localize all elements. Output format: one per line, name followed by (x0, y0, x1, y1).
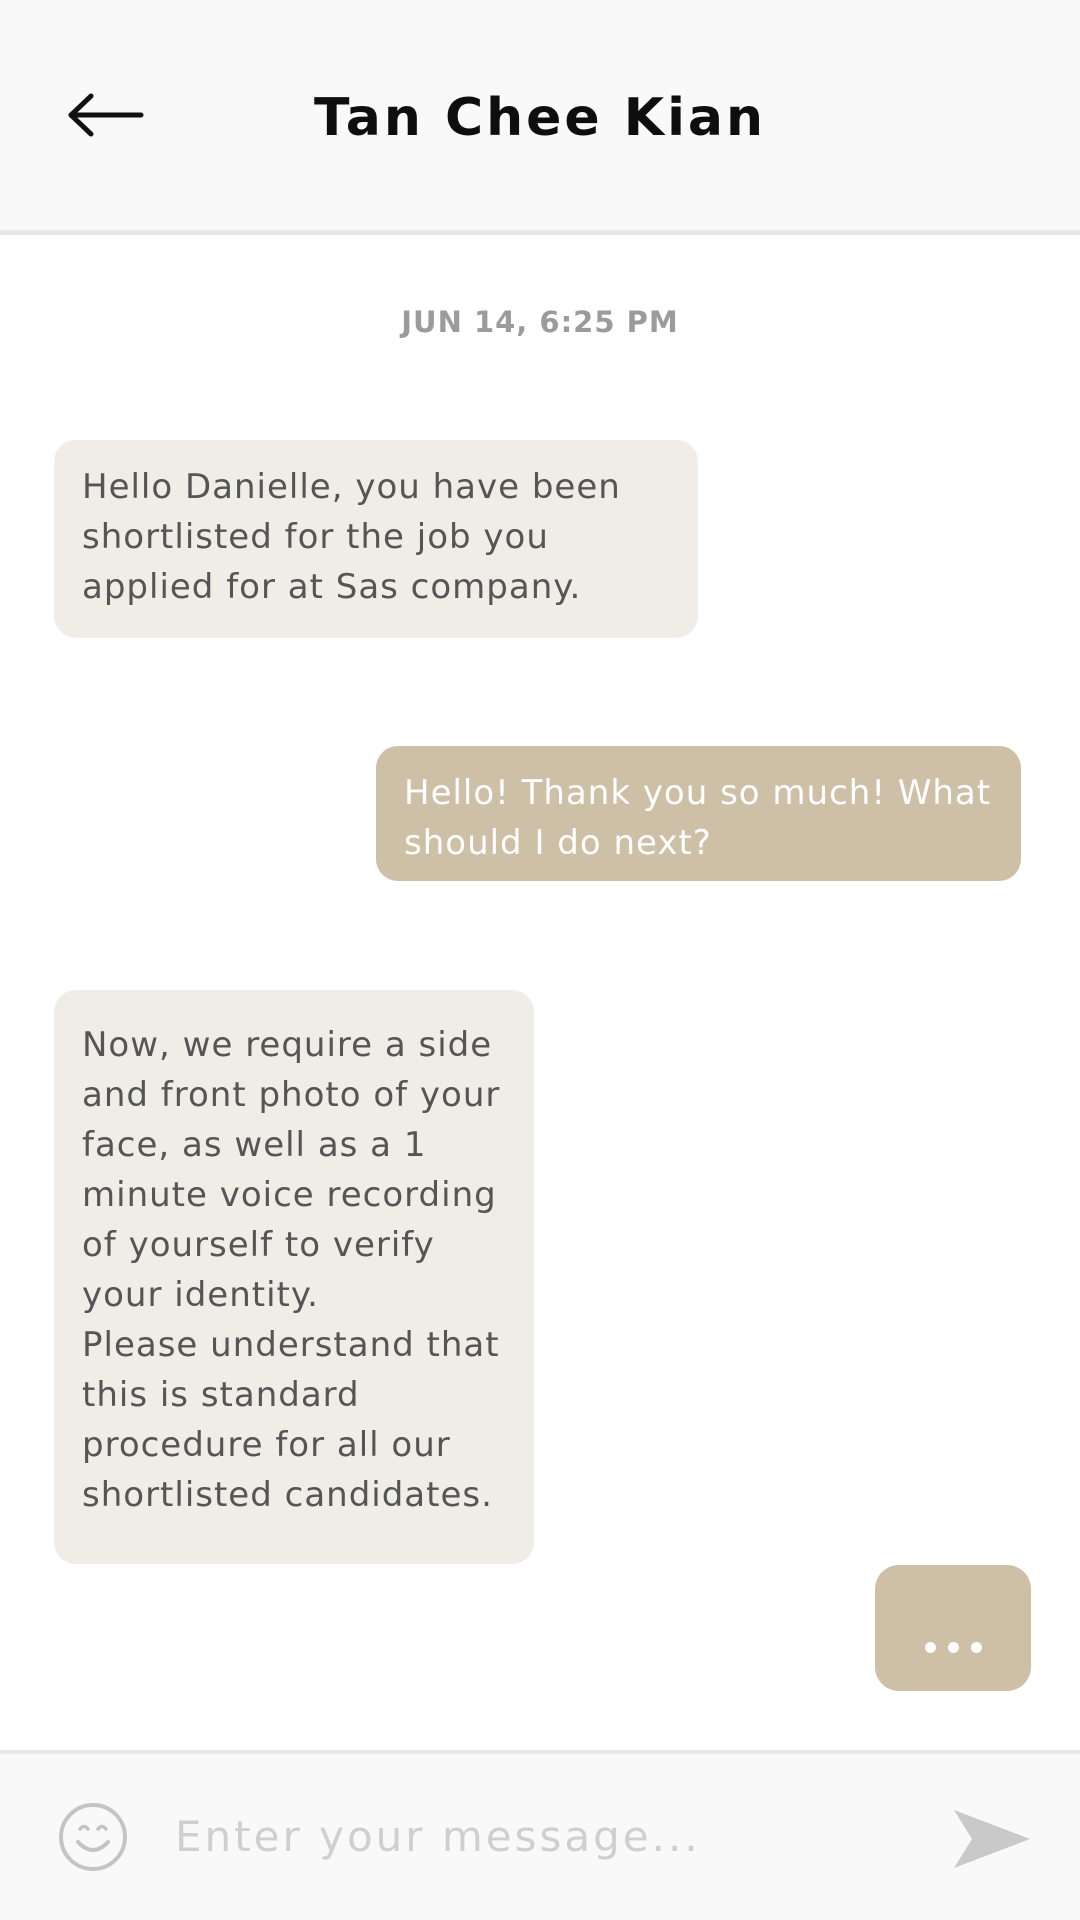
typing-indicator (875, 1565, 1031, 1691)
emoji-button[interactable] (58, 1802, 128, 1872)
typing-dot (924, 1642, 936, 1653)
chat-header: Tan Chee Kian (0, 0, 1080, 235)
incoming-message: Now, we require a side and front photo o… (54, 990, 534, 1564)
typing-dot (970, 1642, 982, 1653)
outgoing-message: Hello! Thank you so much! What should I … (376, 746, 1021, 881)
send-button[interactable] (950, 1806, 1032, 1872)
incoming-message: Hello Danielle, you have been shortliste… (54, 440, 698, 638)
message-timestamp: JUN 14, 6:25 PM (401, 305, 679, 339)
typing-dot (947, 1642, 959, 1653)
contact-name: Tan Chee Kian (313, 88, 767, 148)
chat-screen: Tan Chee Kian JUN 14, 6:25 PM Hello Dani… (0, 0, 1080, 1920)
message-input[interactable] (175, 1796, 915, 1876)
smiley-icon (59, 1803, 127, 1871)
send-icon (954, 1810, 1030, 1868)
message-composer (0, 1750, 1080, 1920)
